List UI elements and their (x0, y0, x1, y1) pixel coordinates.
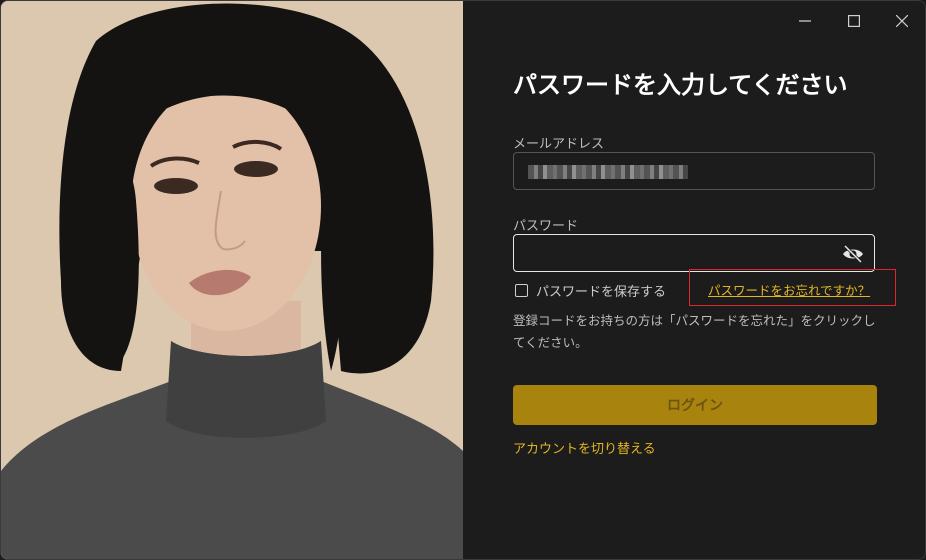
remember-label: パスワードを保存する (536, 285, 667, 300)
page-title: パスワードを入力してください (513, 71, 848, 99)
email-label: メールアドレス (513, 137, 605, 152)
maximize-icon (848, 15, 860, 27)
remember-checkbox[interactable] (515, 284, 528, 297)
email-field[interactable] (513, 152, 875, 190)
portrait-photo (1, 1, 463, 559)
email-value-redacted (528, 165, 688, 179)
close-button[interactable] (888, 9, 916, 33)
login-window: パスワードを入力してください メールアドレス パスワード パスワードを保存する … (0, 0, 926, 560)
minimize-icon (799, 20, 811, 22)
forgot-password-link[interactable]: パスワードをお忘れですか？ (708, 280, 870, 299)
minimize-button[interactable] (791, 9, 819, 33)
highlight-box: パスワードをお忘れですか？ (689, 269, 896, 306)
login-panel: パスワードを入力してください メールアドレス パスワード パスワードを保存する … (463, 1, 925, 559)
password-input[interactable] (514, 235, 874, 271)
close-icon (896, 15, 908, 27)
eye-off-icon[interactable] (842, 244, 864, 264)
password-field-container (513, 234, 875, 272)
maximize-button[interactable] (840, 9, 868, 33)
login-button[interactable]: ログイン (513, 385, 877, 425)
registration-hint: 登録コードをお持ちの方は「パスワードを忘れた」をクリックしてください。 (513, 313, 876, 350)
password-label: パスワード (513, 219, 579, 234)
switch-account-link[interactable]: アカウントを切り替える (513, 438, 656, 457)
portrait-illustration (1, 1, 463, 559)
remember-password[interactable]: パスワードを保存する (515, 281, 666, 300)
